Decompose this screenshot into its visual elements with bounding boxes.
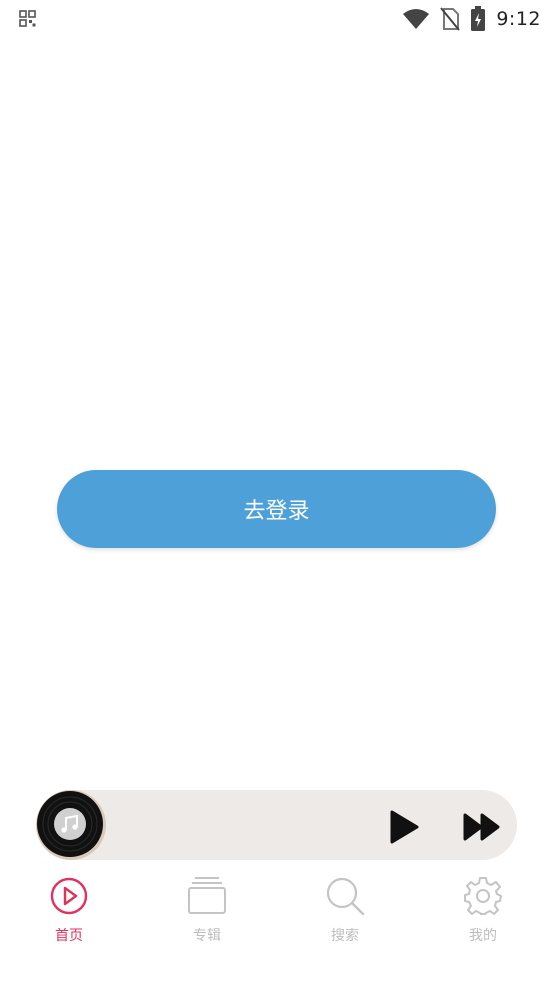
app-grid-icon [19,10,36,27]
app-screen: 9:12 去登录 首页 专辑 搜索 我的 [0,0,553,983]
nav-label-search: 搜索 [331,928,359,944]
next-button[interactable] [460,807,504,847]
vinyl-record-icon[interactable] [35,789,107,861]
login-button-label: 去登录 [243,499,310,524]
nav-item-mine[interactable]: 我的 [433,868,533,958]
nav-label-album: 专辑 [193,928,221,944]
fast-forward-icon [463,813,500,841]
battery-charging-icon [471,6,486,31]
nav-label-home: 首页 [55,928,83,944]
bottom-nav: 首页 专辑 搜索 我的 [0,868,553,983]
status-icons: 9:12 [402,6,541,32]
album-stack-icon [188,877,226,914]
nav-item-home[interactable]: 首页 [19,868,119,958]
login-button[interactable]: 去登录 [57,470,496,548]
status-time: 9:12 [496,8,541,30]
nav-item-search[interactable]: 搜索 [295,868,395,958]
play-icon [390,810,419,844]
wifi-icon [403,9,430,29]
mini-player-bar[interactable] [36,790,517,860]
play-button[interactable] [384,807,424,847]
no-sim-icon [440,7,461,31]
status-bar: 9:12 [0,0,553,38]
play-circle-icon [50,877,88,915]
nav-item-album[interactable]: 专辑 [157,868,257,958]
search-icon [326,877,365,916]
gear-icon [464,877,502,915]
nav-label-mine: 我的 [469,928,497,944]
